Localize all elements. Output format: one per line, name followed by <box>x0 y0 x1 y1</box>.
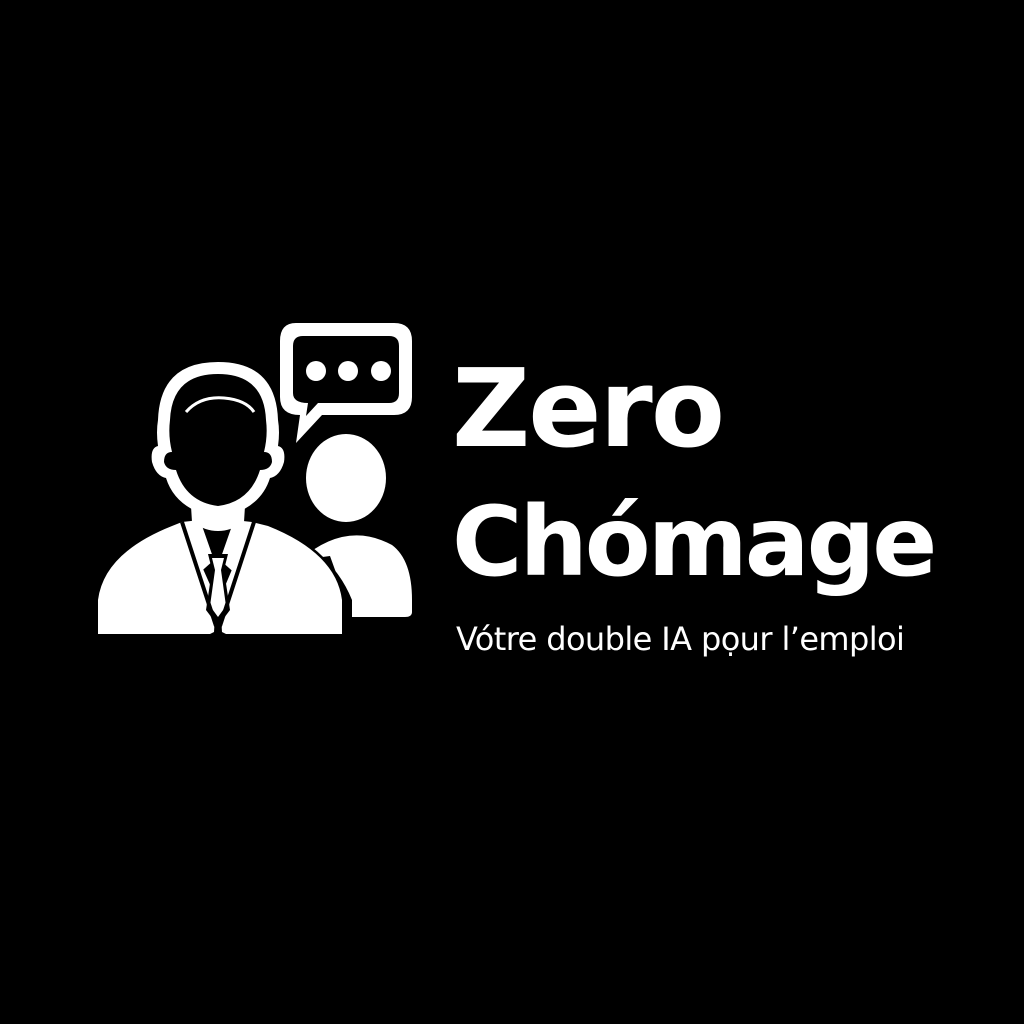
speech-bubble-icon <box>280 323 412 443</box>
brand-name-line1: Zero <box>452 347 725 472</box>
bubble-dot <box>306 361 326 381</box>
logo-canvas: Zero Chómage Vótre double IA pọur l’empl… <box>0 0 1024 1024</box>
bubble-dot <box>371 361 391 381</box>
brand-tagline: Vótre double IA pọur l’emploi <box>456 620 905 658</box>
brand-name-line2: Chómage <box>452 486 937 598</box>
bubble-dot <box>338 361 358 381</box>
